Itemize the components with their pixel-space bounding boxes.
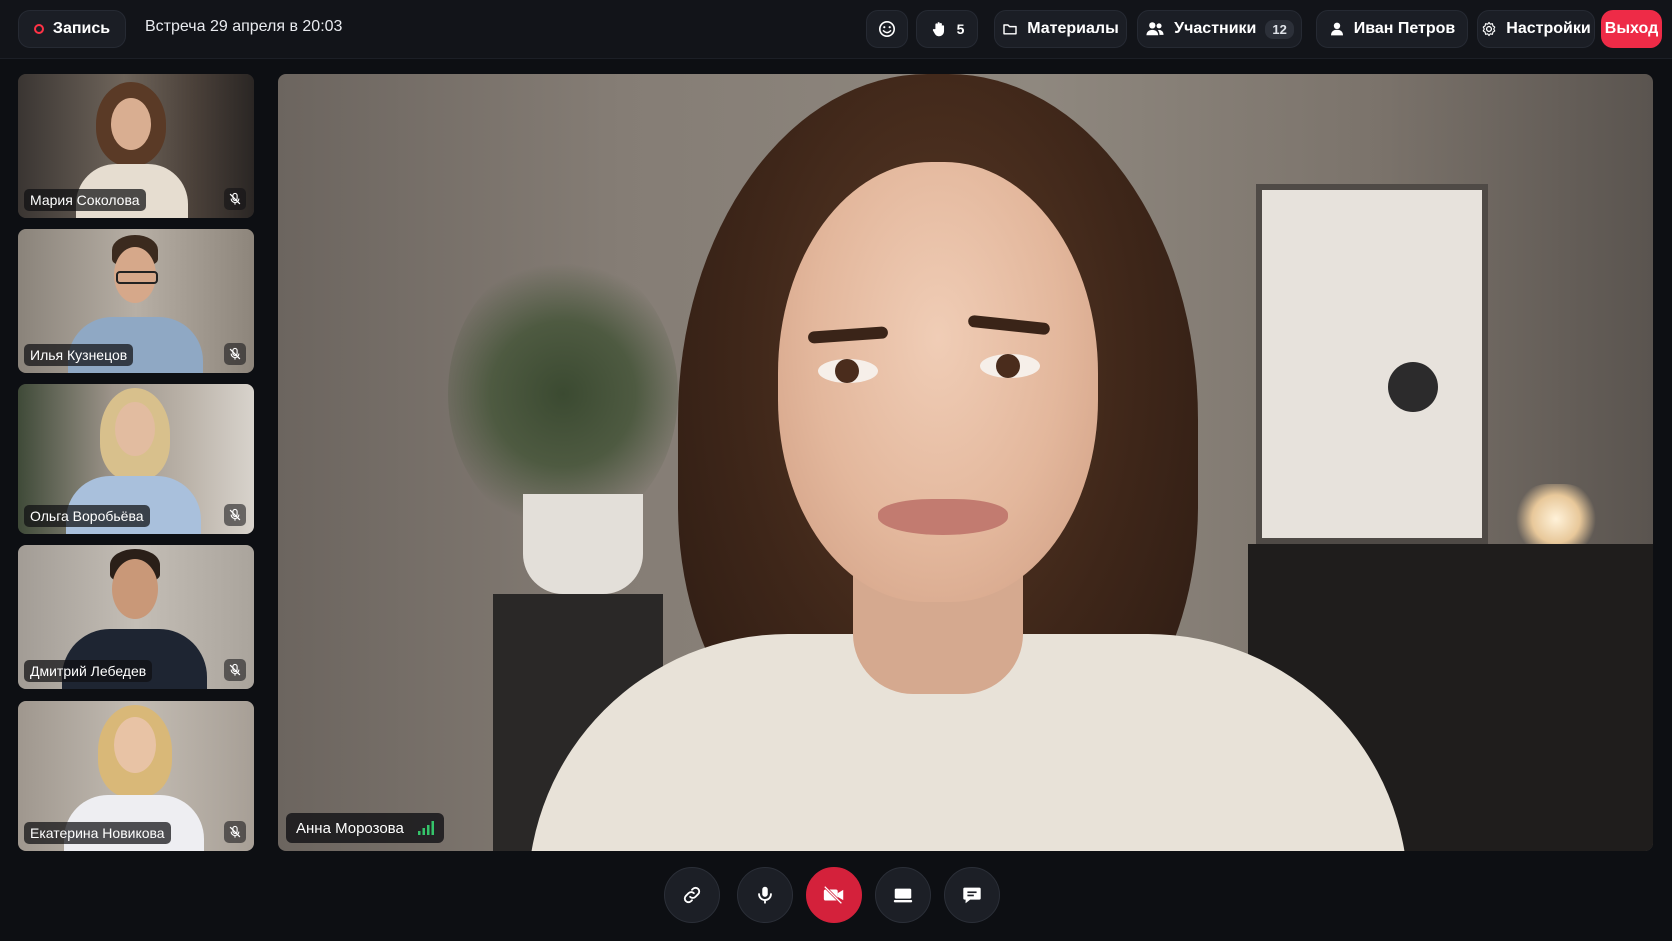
participants-count-badge: 12 <box>1265 19 1294 39</box>
main-speaker-video[interactable]: Анна Морозова <box>278 74 1653 851</box>
speaker-eye-left-iris <box>835 359 859 383</box>
camera-toggle-button[interactable] <box>806 867 862 923</box>
participant-tile[interactable]: Мария Соколова <box>18 74 254 218</box>
raised-hands-button[interactable]: 5 <box>916 10 978 48</box>
user-profile-button[interactable]: Иван Петров <box>1316 10 1468 48</box>
microphone-icon <box>758 886 772 904</box>
plant-pot <box>523 494 643 594</box>
participants-button[interactable]: Участники 12 <box>1137 10 1302 48</box>
link-icon <box>683 886 701 904</box>
participants-label: Участники <box>1174 20 1257 37</box>
camera-off-icon <box>823 885 844 905</box>
folder-icon <box>1003 24 1017 35</box>
screen-share-icon <box>893 888 913 903</box>
mic-muted-indicator <box>224 343 246 365</box>
smiley-icon <box>878 20 896 38</box>
speaker-eye-right-iris <box>996 354 1020 378</box>
mic-off-icon <box>229 192 241 205</box>
settings-label: Настройки <box>1506 20 1591 37</box>
user-icon <box>1330 22 1343 36</box>
mic-off-icon <box>229 347 241 360</box>
speaker-face <box>778 162 1098 602</box>
user-name: Иван Петров <box>1353 20 1456 37</box>
participant-name: Дмитрий Лебедев <box>24 660 153 682</box>
signal-strength-icon <box>417 821 434 835</box>
materials-label: Материалы <box>1027 20 1119 37</box>
participant-tile[interactable]: Ольга Воробьёва <box>18 384 254 534</box>
record-label: Запись <box>52 20 111 37</box>
participant-name: Ольга Воробьёва <box>24 505 150 527</box>
hand-icon <box>932 22 944 37</box>
participant-glasses <box>116 271 158 284</box>
record-icon <box>33 24 44 34</box>
chat-button[interactable] <box>944 867 1000 923</box>
users-icon <box>1146 22 1164 36</box>
frame-art-circle <box>1388 362 1438 412</box>
participant-name: Илья Кузнецов <box>24 344 134 366</box>
participant-face <box>112 559 158 619</box>
chat-icon <box>963 887 981 904</box>
participant-face <box>111 98 151 150</box>
screen-share-button[interactable] <box>875 867 931 923</box>
participant-face <box>115 402 155 456</box>
participant-tile[interactable]: Екатерина Новикова <box>18 701 254 851</box>
participant-name: Мария Соколова <box>24 189 146 211</box>
microphone-button[interactable] <box>737 867 793 923</box>
copy-link-button[interactable] <box>664 867 720 923</box>
record-button[interactable]: Запись <box>18 10 126 48</box>
participant-face <box>114 717 156 773</box>
mic-off-icon <box>229 663 241 676</box>
mic-muted-indicator <box>224 821 246 843</box>
mic-muted-indicator <box>224 188 246 210</box>
mic-off-icon <box>229 508 241 521</box>
wall-frame <box>1256 184 1488 544</box>
materials-button[interactable]: Материалы <box>994 10 1127 48</box>
mic-off-icon <box>229 825 241 838</box>
settings-button[interactable]: Настройки <box>1477 10 1595 48</box>
mic-muted-indicator <box>224 659 246 681</box>
meeting-title: Встреча 29 апреля в 20:03 <box>145 18 343 35</box>
raised-hands-count: 5 <box>956 21 965 37</box>
main-speaker-name: Анна Морозова <box>296 819 404 837</box>
plant-leaves <box>448 254 678 534</box>
speaker-lips <box>878 499 1008 535</box>
participant-tile[interactable]: Илья Кузнецов <box>18 229 254 373</box>
mic-muted-indicator <box>224 504 246 526</box>
gear-icon <box>1482 21 1496 37</box>
participant-name: Екатерина Новикова <box>24 822 171 844</box>
reactions-button[interactable] <box>866 10 908 48</box>
exit-button[interactable]: Выход <box>1601 10 1662 48</box>
top-bar: Запись Встреча 29 апреля в 20:03 5 Матер… <box>0 0 1672 59</box>
main-speaker-name-tag: Анна Морозова <box>286 813 444 843</box>
participant-tile[interactable]: Дмитрий Лебедев <box>18 545 254 689</box>
